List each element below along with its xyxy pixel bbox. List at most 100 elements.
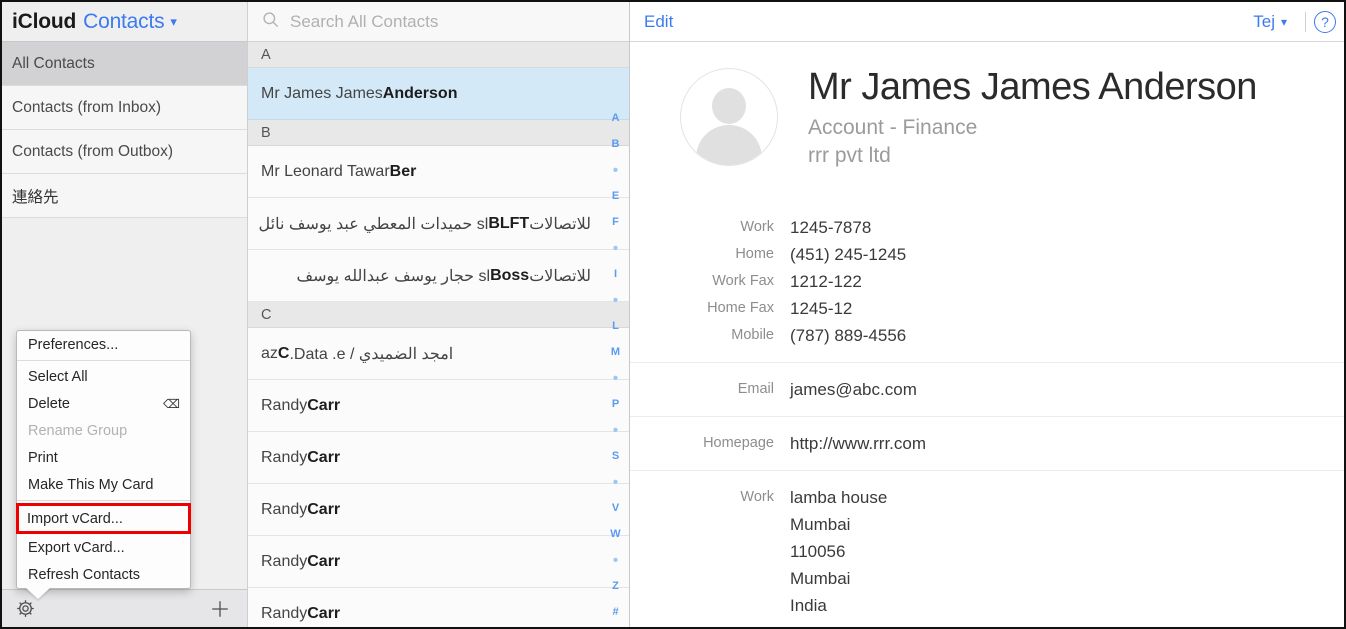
field-value: http://www.rrr.com bbox=[790, 433, 927, 453]
menu-item-export-vcard[interactable]: Export vCard... bbox=[17, 534, 190, 561]
field-row-home-phone[interactable]: Home (451) 245-1245 bbox=[630, 241, 1344, 268]
field-value: 1245-7878 bbox=[790, 217, 872, 237]
index-letter[interactable]: L bbox=[602, 313, 629, 339]
field-label: Email bbox=[737, 380, 774, 397]
detail-toolbar: Edit Tej ▾ ? bbox=[630, 2, 1344, 42]
list-item[interactable]: Randy Carr bbox=[248, 380, 629, 432]
edit-button[interactable]: Edit bbox=[644, 12, 673, 32]
menu-item-print[interactable]: Print bbox=[17, 444, 190, 471]
list-item[interactable]: Randy Carr bbox=[248, 536, 629, 588]
field-label: Work bbox=[740, 488, 774, 505]
field-label: Home Fax bbox=[707, 299, 774, 316]
contact-company-suffix: للاتصالات bbox=[529, 215, 591, 233]
menu-separator bbox=[17, 360, 190, 361]
sidebar-item-all-contacts[interactable]: All Contacts bbox=[2, 42, 247, 86]
contact-fields: Work 1245-7878 Home (451) 245-1245 Work … bbox=[630, 201, 1344, 627]
account-menu-button[interactable]: Tej bbox=[1253, 12, 1275, 32]
menu-item-refresh-contacts[interactable]: Refresh Contacts bbox=[17, 561, 190, 588]
contact-first-name: sl حجار يوسف عبدالله يوسف bbox=[296, 267, 491, 285]
menu-item-label: Rename Group bbox=[28, 422, 128, 439]
help-icon[interactable]: ? bbox=[1314, 10, 1336, 33]
index-dot[interactable]: • bbox=[602, 469, 629, 495]
field-row-work-fax[interactable]: Work Fax 1212-122 bbox=[630, 268, 1344, 295]
plus-icon[interactable] bbox=[207, 596, 233, 622]
address-line: 110056 bbox=[790, 541, 846, 561]
alphabet-index-strip[interactable]: A B • E F • I • L M • P • S • V W • Z # bbox=[602, 43, 629, 627]
sidebar-header: iCloud Contacts ▾ bbox=[2, 2, 247, 42]
index-letter[interactable]: M bbox=[602, 339, 629, 365]
list-section-header-c: C bbox=[248, 302, 629, 328]
list-item[interactable]: Randy Carr bbox=[248, 484, 629, 536]
app-switcher-label[interactable]: Contacts bbox=[83, 10, 164, 34]
contact-list[interactable]: A Mr James James Anderson B Mr Leonard T… bbox=[248, 42, 629, 627]
address-line: Mumbai bbox=[790, 514, 851, 534]
list-item[interactable]: az C .Data .e / امجد الضميدي bbox=[248, 328, 629, 380]
index-dot[interactable]: • bbox=[602, 157, 629, 183]
page-title: Mr James James Anderson bbox=[808, 66, 1257, 108]
chevron-down-icon[interactable]: ▾ bbox=[1281, 15, 1287, 29]
index-letter[interactable]: F bbox=[602, 209, 629, 235]
index-letter[interactable]: W bbox=[602, 521, 629, 547]
address-line: Mumbai bbox=[790, 568, 851, 588]
index-letter[interactable]: P bbox=[602, 391, 629, 417]
index-letter[interactable]: B bbox=[602, 131, 629, 157]
address-line: India bbox=[790, 595, 827, 615]
index-dot[interactable]: • bbox=[602, 235, 629, 261]
backspace-key-icon: ⌫ bbox=[163, 396, 180, 411]
index-letter[interactable]: I bbox=[602, 261, 629, 287]
address-field-group: Work lamba house Mumbai 110056 Mumbai In… bbox=[630, 471, 1344, 627]
menu-item-preferences[interactable]: Preferences... bbox=[17, 331, 190, 358]
menu-item-delete[interactable]: Delete ⌫ bbox=[17, 390, 190, 417]
index-letter[interactable]: E bbox=[602, 183, 629, 209]
index-dot[interactable]: • bbox=[602, 547, 629, 573]
field-row-mobile[interactable]: Mobile (787) 889-4556 bbox=[630, 322, 1344, 349]
search-bar[interactable]: Search All Contacts bbox=[248, 2, 629, 42]
contact-last-name: Carr bbox=[307, 552, 341, 570]
index-letter[interactable]: # bbox=[602, 599, 629, 625]
address-line: lamba house bbox=[790, 487, 888, 507]
menu-item-label: Select All bbox=[28, 368, 88, 385]
field-row-work-address[interactable]: Work lamba house Mumbai 110056 Mumbai In… bbox=[630, 484, 1344, 619]
list-item[interactable]: Mr Leonard Tawar Ber bbox=[248, 146, 629, 198]
list-item[interactable]: Mr James James Anderson bbox=[248, 68, 629, 120]
list-item[interactable]: للاتصالات BLFT sl حميدات المعطي عبد يوسف ن… bbox=[248, 198, 629, 250]
index-dot[interactable]: • bbox=[602, 365, 629, 391]
list-item[interactable]: للاتصالات Boss sl حجار يوسف عبدالله يوسف bbox=[248, 250, 629, 302]
index-letter[interactable]: V bbox=[602, 495, 629, 521]
contact-first-name: az bbox=[261, 344, 278, 362]
menu-item-import-vcard[interactable]: Import vCard... bbox=[16, 503, 191, 534]
group-list: All Contacts Contacts (from Inbox) Conta… bbox=[2, 42, 247, 218]
field-value: (451) 245-1245 bbox=[790, 244, 907, 264]
field-row-work-phone[interactable]: Work 1245-7878 bbox=[630, 214, 1344, 241]
card-name-block: Mr James James Anderson Account - Financ… bbox=[808, 66, 1257, 171]
index-dot[interactable]: • bbox=[602, 417, 629, 443]
index-letter[interactable]: A bbox=[602, 105, 629, 131]
menu-item-label: Export vCard... bbox=[28, 539, 125, 556]
field-row-home-fax[interactable]: Home Fax 1245-12 bbox=[630, 295, 1344, 322]
contact-last-name: Anderson bbox=[382, 84, 458, 102]
menu-item-select-all[interactable]: Select All bbox=[17, 363, 190, 390]
sidebar-item-contacts-from-outbox[interactable]: Contacts (from Outbox) bbox=[2, 130, 247, 174]
sidebar-item-contacts-from-inbox[interactable]: Contacts (from Inbox) bbox=[2, 86, 247, 130]
list-item[interactable]: Randy Carr bbox=[248, 432, 629, 484]
menu-separator bbox=[17, 500, 190, 501]
search-input[interactable]: Search All Contacts bbox=[290, 12, 438, 32]
sidebar-item-renrakusaki[interactable]: 連絡先 bbox=[2, 174, 247, 218]
contact-company-suffix: .Data .e / امجد الضميدي bbox=[289, 345, 454, 363]
contact-last-name: Carr bbox=[307, 604, 341, 622]
contact-first-name: Randy bbox=[261, 604, 308, 622]
field-value: 1245-12 bbox=[790, 298, 853, 318]
index-letter[interactable]: Z bbox=[602, 573, 629, 599]
menu-item-make-this-my-card[interactable]: Make This My Card bbox=[17, 471, 190, 498]
avatar[interactable] bbox=[680, 68, 778, 166]
field-row-email[interactable]: Email james@abc.com bbox=[630, 376, 1344, 403]
index-letter[interactable]: S bbox=[602, 443, 629, 469]
list-item[interactable]: Randy Carr bbox=[248, 588, 629, 627]
chevron-down-icon[interactable]: ▾ bbox=[170, 15, 177, 28]
contact-list-column: Search All Contacts A Mr James James And… bbox=[248, 2, 630, 627]
field-row-homepage[interactable]: Homepage http://www.rrr.com bbox=[630, 430, 1344, 457]
index-dot[interactable]: • bbox=[602, 287, 629, 313]
list-section-header-b: B bbox=[248, 120, 629, 146]
contact-first-name: Randy bbox=[261, 448, 308, 466]
gear-icon[interactable] bbox=[12, 596, 38, 622]
